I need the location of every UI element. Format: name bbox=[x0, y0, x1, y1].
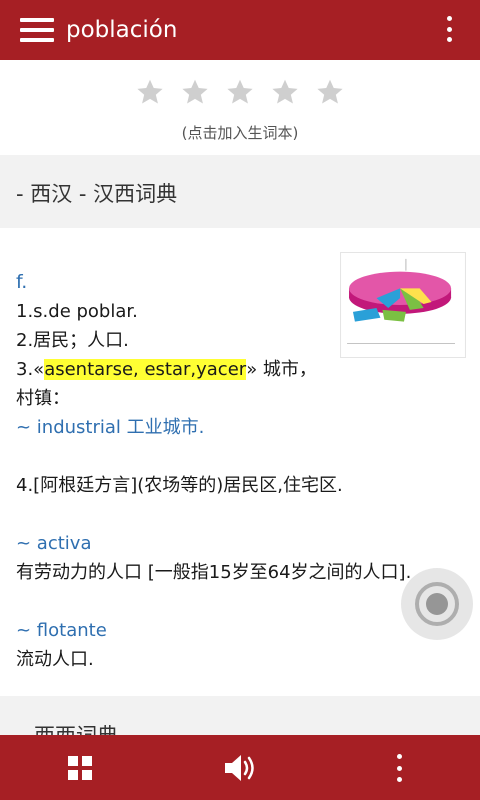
example-link[interactable]: ~ industrial 工业城市. bbox=[16, 413, 471, 442]
dictionary-source-title: - 西汉 - 汉西词典 bbox=[16, 182, 178, 206]
star-icon[interactable] bbox=[136, 78, 164, 106]
phrase-link[interactable]: ~ flotante bbox=[16, 616, 471, 645]
rating-hint: (点击加入生词本) bbox=[181, 124, 299, 142]
rating-card: (点击加入生词本) bbox=[0, 60, 480, 155]
definition-line: 4.[阿根廷方言](农场等的)居民区,住宅区. bbox=[16, 475, 343, 496]
star-icon[interactable] bbox=[271, 78, 299, 106]
star-icon[interactable] bbox=[181, 78, 209, 106]
star-icon[interactable] bbox=[316, 78, 344, 106]
floating-touch-button[interactable] bbox=[401, 568, 473, 640]
floating-center bbox=[426, 593, 448, 615]
more-vert-icon[interactable] bbox=[446, 16, 452, 42]
star-rating[interactable] bbox=[0, 78, 480, 106]
definition-line: 3.«asentarse, estar,yacer» 城市， bbox=[16, 355, 471, 384]
part-of-speech: f. bbox=[16, 271, 28, 293]
phrase-definition: 流动人口. bbox=[16, 649, 94, 670]
more-vert-icon[interactable] bbox=[396, 754, 402, 782]
star-icon[interactable] bbox=[226, 78, 254, 106]
highlighted-term[interactable]: asentarse, estar,yacer bbox=[44, 359, 247, 380]
definition-line: 1.s.de poblar. bbox=[16, 301, 138, 322]
definition-prefix: 3.« bbox=[16, 359, 45, 380]
app-bar: población bbox=[0, 0, 480, 60]
definition-line: 村镇： bbox=[16, 388, 70, 409]
phrase-definition: 有劳动力的人口 [一般指15岁至64岁之间的人口]. bbox=[16, 562, 412, 583]
speaker-icon[interactable] bbox=[222, 752, 258, 784]
bottom-action-bar bbox=[0, 735, 480, 800]
phrase-link[interactable]: ~ activa bbox=[16, 529, 471, 558]
grid-icon[interactable] bbox=[68, 756, 92, 780]
app-title: población bbox=[66, 17, 178, 43]
definition-line: 2.居民；人口. bbox=[16, 330, 129, 351]
definition-suffix: » 城市， bbox=[246, 359, 317, 380]
hamburger-icon[interactable] bbox=[20, 18, 54, 42]
